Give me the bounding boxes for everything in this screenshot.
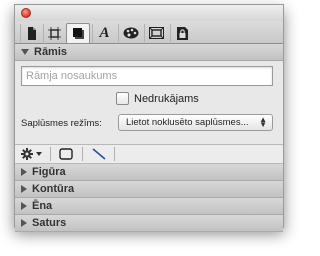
action-menu-button[interactable]: [21, 146, 42, 162]
frame-section-title: Rāmis: [34, 46, 68, 58]
frame-name-input[interactable]: [21, 66, 273, 86]
disclosure-right-icon: [21, 185, 27, 193]
section-title: Ēna: [32, 200, 53, 212]
blend-mode-select[interactable]: Lietot noklusēto saplūsmes... ▲ ▼: [118, 114, 273, 131]
toolbar-divider: [50, 147, 51, 161]
tab-shape[interactable]: [66, 23, 90, 43]
gear-icon: [21, 148, 33, 160]
close-button[interactable]: [21, 8, 31, 18]
style-toolbar: [15, 144, 283, 164]
document-icon: [27, 26, 36, 40]
shape-style-button[interactable]: [59, 146, 73, 162]
select-arrows-icon: ▲ ▼: [259, 115, 267, 129]
tab-document[interactable]: [20, 24, 42, 42]
chevron-down-icon: [36, 152, 42, 156]
section-title: Saturs: [32, 217, 67, 229]
palette-icon: [123, 27, 138, 39]
title-bar: [15, 5, 283, 21]
rounded-rect-icon: [59, 148, 73, 160]
section-header-figure[interactable]: Figūra: [15, 164, 283, 181]
text-icon: A: [99, 24, 110, 41]
section-header-content[interactable]: Saturs: [15, 215, 283, 232]
frame-section-header[interactable]: Rāmis: [15, 44, 283, 61]
image-frame-icon: [149, 27, 164, 39]
tab-canvas[interactable]: [43, 24, 65, 42]
tab-color[interactable]: [118, 24, 142, 42]
blend-mode-value: Lietot noklusēto saplūsmes...: [126, 117, 249, 128]
disclosure-right-icon: [21, 219, 27, 227]
frame-section-content: Nedrukājams Saplūsmes režīms: Lietot nok…: [15, 61, 283, 144]
disclosure-right-icon: [21, 168, 27, 176]
tab-text[interactable]: A: [92, 24, 116, 42]
tab-lock[interactable]: [170, 24, 194, 42]
blend-mode-label: Saplūsmes režīms:: [21, 118, 102, 129]
inspector-tabs: A: [15, 21, 283, 44]
nonprinting-checkbox[interactable]: [116, 92, 129, 105]
toolbar-divider: [82, 147, 83, 161]
line-icon: [92, 148, 106, 160]
section-header-outline[interactable]: Kontūra: [15, 181, 283, 198]
line-style-button[interactable]: [92, 146, 106, 162]
section-header-shadow[interactable]: Ēna: [15, 198, 283, 215]
lock-icon: [177, 26, 188, 40]
toolbar-divider: [114, 147, 115, 161]
section-title: Kontūra: [32, 183, 75, 195]
tab-image[interactable]: [144, 24, 168, 42]
disclosure-right-icon: [21, 202, 27, 210]
nonprinting-label: Nedrukājams: [134, 92, 199, 105]
canvas-icon: [48, 26, 61, 40]
section-title: Figūra: [32, 166, 66, 178]
shape-icon: [72, 28, 84, 39]
disclosure-down-icon: [21, 49, 29, 55]
nonprinting-row: Nedrukājams: [116, 92, 199, 105]
inspector-panel: A Rāmis Rāmja nosaukums Nedrukājams Sapl…: [14, 4, 284, 232]
